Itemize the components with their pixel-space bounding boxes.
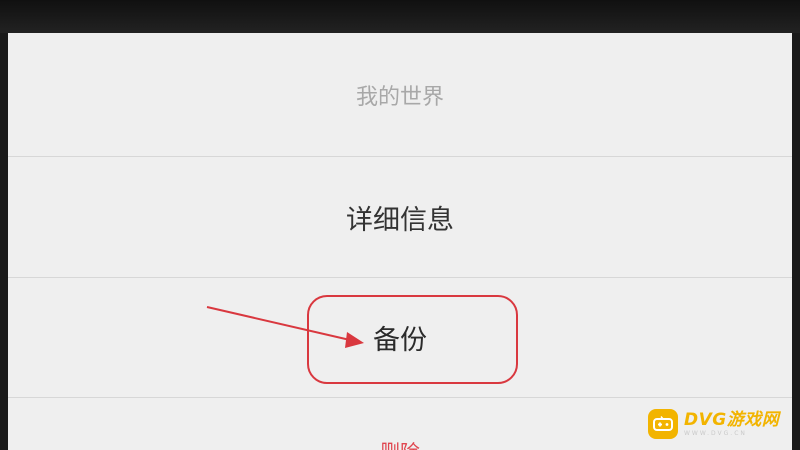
watermark-text: DVG游戏网 WWW.DVG.CN	[684, 409, 780, 437]
gamepad-icon	[648, 409, 678, 439]
action-sheet: 我的世界 详细信息 备份 删除	[8, 33, 792, 450]
watermark: DVG游戏网 WWW.DVG.CN	[648, 404, 798, 444]
sheet-title-label: 我的世界	[355, 84, 444, 110]
details-option[interactable]: 详细信息	[8, 157, 792, 278]
details-option-label: 详细信息	[346, 204, 454, 236]
watermark-brand: DVG游戏网	[684, 409, 780, 430]
sheet-title: 我的世界	[8, 33, 792, 157]
watermark-url: WWW.DVG.CN	[684, 429, 747, 437]
highlight-outline	[307, 295, 518, 384]
delete-option-label: 删除	[380, 436, 420, 450]
dark-top-strip	[0, 0, 800, 33]
